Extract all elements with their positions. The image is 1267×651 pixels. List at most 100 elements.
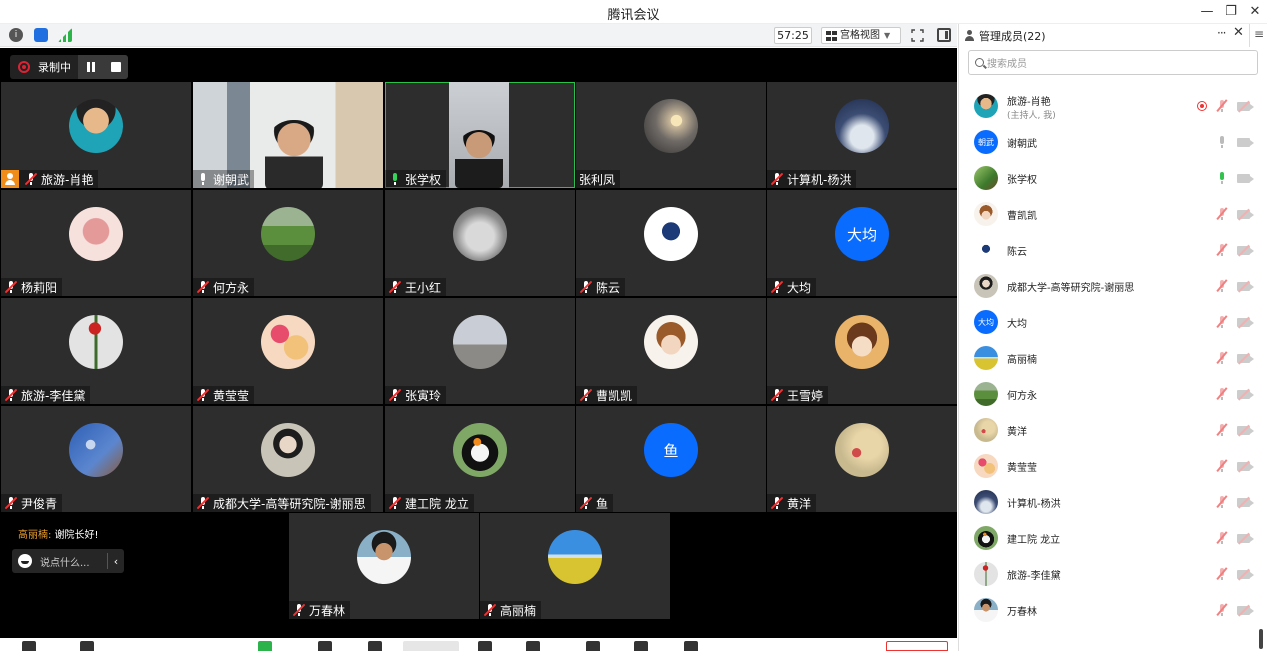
sidebar-toggle-icon[interactable]: [937, 28, 951, 42]
member-row[interactable]: 旅游-李佳黛: [959, 556, 1259, 592]
stop-recording-button[interactable]: [103, 55, 128, 79]
member-row[interactable]: 建工院 龙立: [959, 520, 1259, 556]
member-row[interactable]: 黄莹莹: [959, 448, 1259, 484]
fullscreen-icon[interactable]: [911, 29, 924, 42]
member-row[interactable]: 朝武 谢朝武: [959, 124, 1259, 160]
participant-tile[interactable]: 鱼 鱼: [576, 406, 766, 512]
participant-tile-speaking[interactable]: 张学权: [385, 82, 575, 188]
signal-strength-icon[interactable]: [58, 28, 72, 42]
mic-muted-icon[interactable]: [1216, 99, 1228, 113]
participant-tile[interactable]: 计算机-杨洪: [767, 82, 957, 188]
participant-tile[interactable]: 旅游-李佳黛: [1, 298, 191, 404]
more-options-icon[interactable]: ···: [1217, 26, 1227, 40]
camera-off-icon[interactable]: [1237, 424, 1254, 436]
camera-off-icon[interactable]: [1237, 568, 1254, 580]
manage-members-button[interactable]: [403, 641, 459, 651]
participant-tile[interactable]: 高丽楠: [480, 513, 670, 619]
layout-button[interactable]: [634, 641, 648, 651]
camera-off-icon[interactable]: [1237, 460, 1254, 472]
participant-tile[interactable]: 陈云: [576, 190, 766, 296]
scrollbar[interactable]: [1259, 629, 1263, 649]
member-row[interactable]: 黄洋: [959, 412, 1259, 448]
participant-tile[interactable]: 旅游-肖艳: [1, 82, 191, 188]
end-meeting-button[interactable]: [886, 641, 948, 651]
member-row[interactable]: 高丽楠: [959, 340, 1259, 376]
mic-speaking-icon[interactable]: [1216, 171, 1228, 185]
invite-button[interactable]: [368, 641, 382, 651]
participant-tile[interactable]: 王雪婷: [767, 298, 957, 404]
member-row[interactable]: 大均 大均: [959, 304, 1259, 340]
info-icon[interactable]: i: [9, 28, 23, 42]
view-mode-dropdown[interactable]: 宫格视图 ▼: [821, 27, 901, 44]
participant-tile[interactable]: 曹凯凯: [576, 298, 766, 404]
tile-label: 成都大学-高等研究院-谢丽思: [193, 494, 371, 512]
mic-muted-icon[interactable]: [1216, 459, 1228, 473]
camera-off-icon[interactable]: [1237, 532, 1254, 544]
participant-tile[interactable]: 王小红: [385, 190, 575, 296]
camera-icon[interactable]: [1237, 137, 1254, 147]
record-button[interactable]: [526, 641, 540, 651]
camera-off-icon[interactable]: [1237, 352, 1254, 364]
camera-icon[interactable]: [1237, 173, 1254, 183]
settings-button[interactable]: [684, 641, 698, 651]
member-row[interactable]: 曹凯凯: [959, 196, 1259, 232]
camera-off-icon[interactable]: [1237, 244, 1254, 256]
mic-muted-icon[interactable]: [1216, 603, 1228, 617]
apps-button[interactable]: [478, 641, 492, 651]
camera-off-icon[interactable]: [1237, 280, 1254, 292]
mic-muted-icon[interactable]: [1216, 351, 1228, 365]
participant-tile[interactable]: 何方永: [193, 190, 383, 296]
mic-muted-icon[interactable]: [1216, 279, 1228, 293]
participant-tile[interactable]: 成都大学-高等研究院-谢丽思: [193, 406, 383, 512]
camera-off-icon[interactable]: [1237, 100, 1254, 112]
mic-muted-icon[interactable]: [1216, 495, 1228, 509]
participant-tile[interactable]: 谢朝武: [193, 82, 383, 188]
share-screen-button[interactable]: [258, 641, 272, 651]
participant-tile[interactable]: 万春林: [289, 513, 479, 619]
participant-tile[interactable]: 建工院 龙立: [385, 406, 575, 512]
security-button[interactable]: [318, 641, 332, 651]
emoji-icon[interactable]: [18, 554, 32, 568]
participant-tile[interactable]: 尹俊青: [1, 406, 191, 512]
camera-off-icon[interactable]: [1237, 604, 1254, 616]
close-panel-icon[interactable]: ✕: [1233, 25, 1244, 40]
security-shield-icon[interactable]: [34, 28, 48, 42]
mute-button[interactable]: [22, 641, 36, 651]
member-row[interactable]: 万春林: [959, 592, 1259, 628]
restore-icon[interactable]: ❐: [1220, 2, 1242, 22]
participant-tile[interactable]: 杨莉阳: [1, 190, 191, 296]
participant-tile[interactable]: 张利凤: [576, 82, 766, 188]
member-row[interactable]: 何方永: [959, 376, 1259, 412]
camera-off-icon[interactable]: [1237, 316, 1254, 328]
camera-off-icon[interactable]: [1237, 388, 1254, 400]
member-row[interactable]: 成都大学-高等研究院-谢丽思: [959, 268, 1259, 304]
camera-off-icon[interactable]: [1237, 208, 1254, 220]
member-row[interactable]: 张学权: [959, 160, 1259, 196]
mic-muted-icon[interactable]: [1216, 243, 1228, 257]
close-icon[interactable]: ✕: [1244, 2, 1266, 22]
breakout-button[interactable]: [586, 641, 600, 651]
participant-tile[interactable]: 黄莹莹: [193, 298, 383, 404]
video-button[interactable]: [80, 641, 94, 651]
minimize-icon[interactable]: —: [1196, 2, 1218, 22]
mic-muted-icon[interactable]: [1216, 315, 1228, 329]
participant-tile[interactable]: 张寅玲: [385, 298, 575, 404]
chevron-left-icon[interactable]: ‹: [108, 555, 124, 568]
mic-muted-icon[interactable]: [1216, 531, 1228, 545]
menu-icon[interactable]: ≡: [1249, 24, 1267, 47]
member-row[interactable]: 旅游-肖艳 (主持人, 我): [959, 88, 1259, 124]
mic-muted-icon[interactable]: [1216, 207, 1228, 221]
mic-icon[interactable]: [1216, 135, 1228, 149]
pause-recording-button[interactable]: [78, 55, 103, 79]
member-row[interactable]: 计算机-杨洪: [959, 484, 1259, 520]
mic-muted-icon[interactable]: [1216, 567, 1228, 581]
camera-off-icon[interactable]: [1237, 496, 1254, 508]
chat-input[interactable]: 说点什么... ‹: [12, 549, 124, 573]
member-name: 成都大学-高等研究院-谢丽思: [1007, 283, 1135, 294]
participant-tile[interactable]: 黄洋: [767, 406, 957, 512]
member-row[interactable]: 陈云: [959, 232, 1259, 268]
member-search-input[interactable]: 搜索成员: [968, 50, 1258, 75]
participant-tile[interactable]: 大均 大均: [767, 190, 957, 296]
mic-muted-icon[interactable]: [1216, 387, 1228, 401]
mic-muted-icon[interactable]: [1216, 423, 1228, 437]
